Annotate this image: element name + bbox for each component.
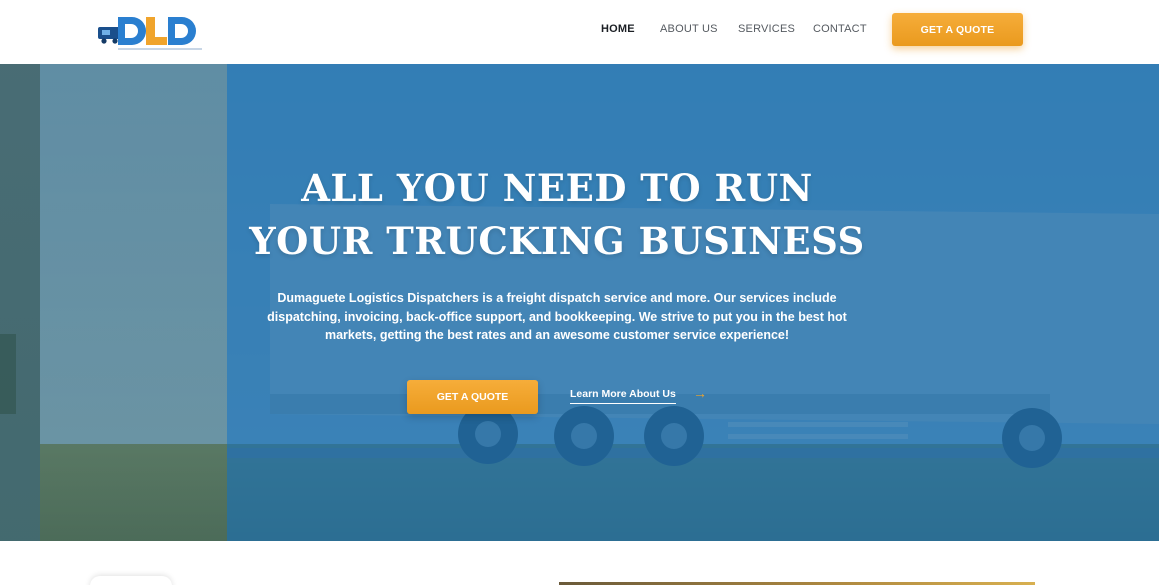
hero-left-tint <box>0 64 227 541</box>
hero-get-a-quote-button[interactable]: GET A QUOTE <box>407 380 538 414</box>
get-a-quote-button[interactable]: GET A QUOTE <box>892 13 1023 46</box>
nav-item-services[interactable]: SERVICES <box>738 23 795 35</box>
hero-description: Dumaguete Logistics Dispatchers is a fre… <box>267 291 847 342</box>
learn-more-link[interactable]: Learn More About Us <box>570 388 676 404</box>
site-logo[interactable] <box>96 13 208 53</box>
nav-item-about-us[interactable]: ABOUT US <box>660 23 718 35</box>
hero-title-line-2: YOUR TRUCKING BUSINESS <box>249 219 865 263</box>
hero-title: ALL YOU NEED TO RUN YOUR TRUCKING BUSINE… <box>227 162 887 268</box>
next-section-card <box>90 576 172 585</box>
hero-section: ALL YOU NEED TO RUN YOUR TRUCKING BUSINE… <box>0 64 1159 541</box>
arrow-right-icon[interactable]: → <box>693 385 707 401</box>
logo-icon <box>98 17 202 50</box>
nav-item-home[interactable]: HOME <box>601 23 635 35</box>
hero-title-line-1: ALL YOU NEED TO RUN <box>301 166 813 210</box>
site-header: HOME ABOUT US SERVICES CONTACT GET A QUO… <box>0 0 1159 64</box>
nav-item-contact[interactable]: CONTACT <box>813 23 867 35</box>
